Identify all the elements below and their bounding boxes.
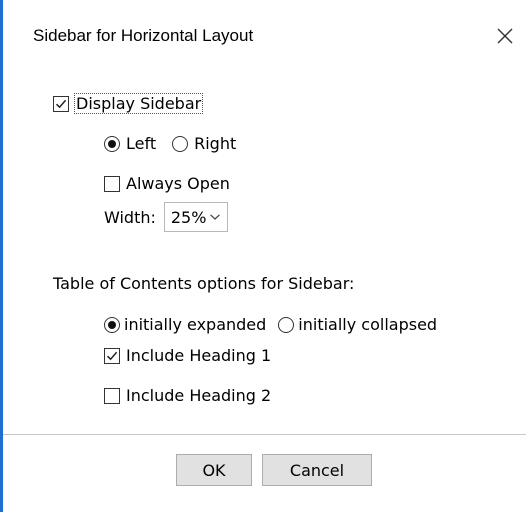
always-open-row[interactable]: Always Open bbox=[104, 174, 230, 193]
sidebar-dialog: Sidebar for Horizontal Layout Display Si… bbox=[0, 0, 526, 512]
title-bar: Sidebar for Horizontal Layout bbox=[3, 0, 526, 70]
right-radio[interactable] bbox=[172, 135, 189, 152]
close-button[interactable] bbox=[491, 22, 519, 50]
toc-heading: Table of Contents options for Sidebar: bbox=[53, 274, 354, 293]
dialog-title: Sidebar for Horizontal Layout bbox=[33, 26, 254, 45]
toc-heading-text: Table of Contents options for Sidebar: bbox=[53, 274, 355, 293]
width-select[interactable]: 25% bbox=[163, 202, 228, 232]
include-heading-2-row[interactable]: Include Heading 2 bbox=[104, 386, 271, 405]
include-heading-1-row[interactable]: Include Heading 1 bbox=[104, 346, 271, 365]
button-divider bbox=[3, 434, 526, 435]
chevron-down-icon bbox=[209, 214, 220, 220]
include-heading-1-checkbox[interactable] bbox=[104, 347, 120, 364]
checkmark-icon bbox=[55, 99, 67, 108]
right-radio-label: Right bbox=[194, 134, 237, 153]
display-sidebar-label: Display Sidebar bbox=[74, 93, 204, 114]
include-heading-2-checkbox[interactable] bbox=[104, 387, 120, 404]
display-sidebar-checkbox[interactable] bbox=[53, 95, 69, 112]
close-icon bbox=[497, 28, 513, 44]
cancel-button[interactable]: Cancel bbox=[262, 454, 372, 486]
toc-radio-group: initially expanded initially collapsed bbox=[104, 315, 437, 334]
checkmark-icon bbox=[106, 351, 118, 360]
width-label: Width: bbox=[104, 207, 156, 227]
display-sidebar-row[interactable]: Display Sidebar bbox=[53, 93, 204, 114]
initially-expanded-radio[interactable] bbox=[104, 316, 120, 333]
width-select-value: 25% bbox=[170, 207, 207, 227]
include-heading-1-label: Include Heading 1 bbox=[126, 346, 272, 365]
left-radio-label: Left bbox=[126, 134, 157, 153]
position-radio-group: Left Right bbox=[104, 134, 236, 153]
initially-expanded-label: initially expanded bbox=[124, 315, 267, 334]
left-radio[interactable] bbox=[104, 135, 120, 152]
always-open-checkbox[interactable] bbox=[104, 175, 120, 192]
width-row: Width: 25% bbox=[104, 202, 228, 232]
ok-button[interactable]: OK bbox=[176, 454, 252, 486]
initially-collapsed-label: initially collapsed bbox=[298, 315, 438, 334]
always-open-label: Always Open bbox=[126, 174, 230, 193]
include-heading-2-label: Include Heading 2 bbox=[126, 386, 272, 405]
initially-collapsed-radio[interactable] bbox=[278, 316, 295, 333]
